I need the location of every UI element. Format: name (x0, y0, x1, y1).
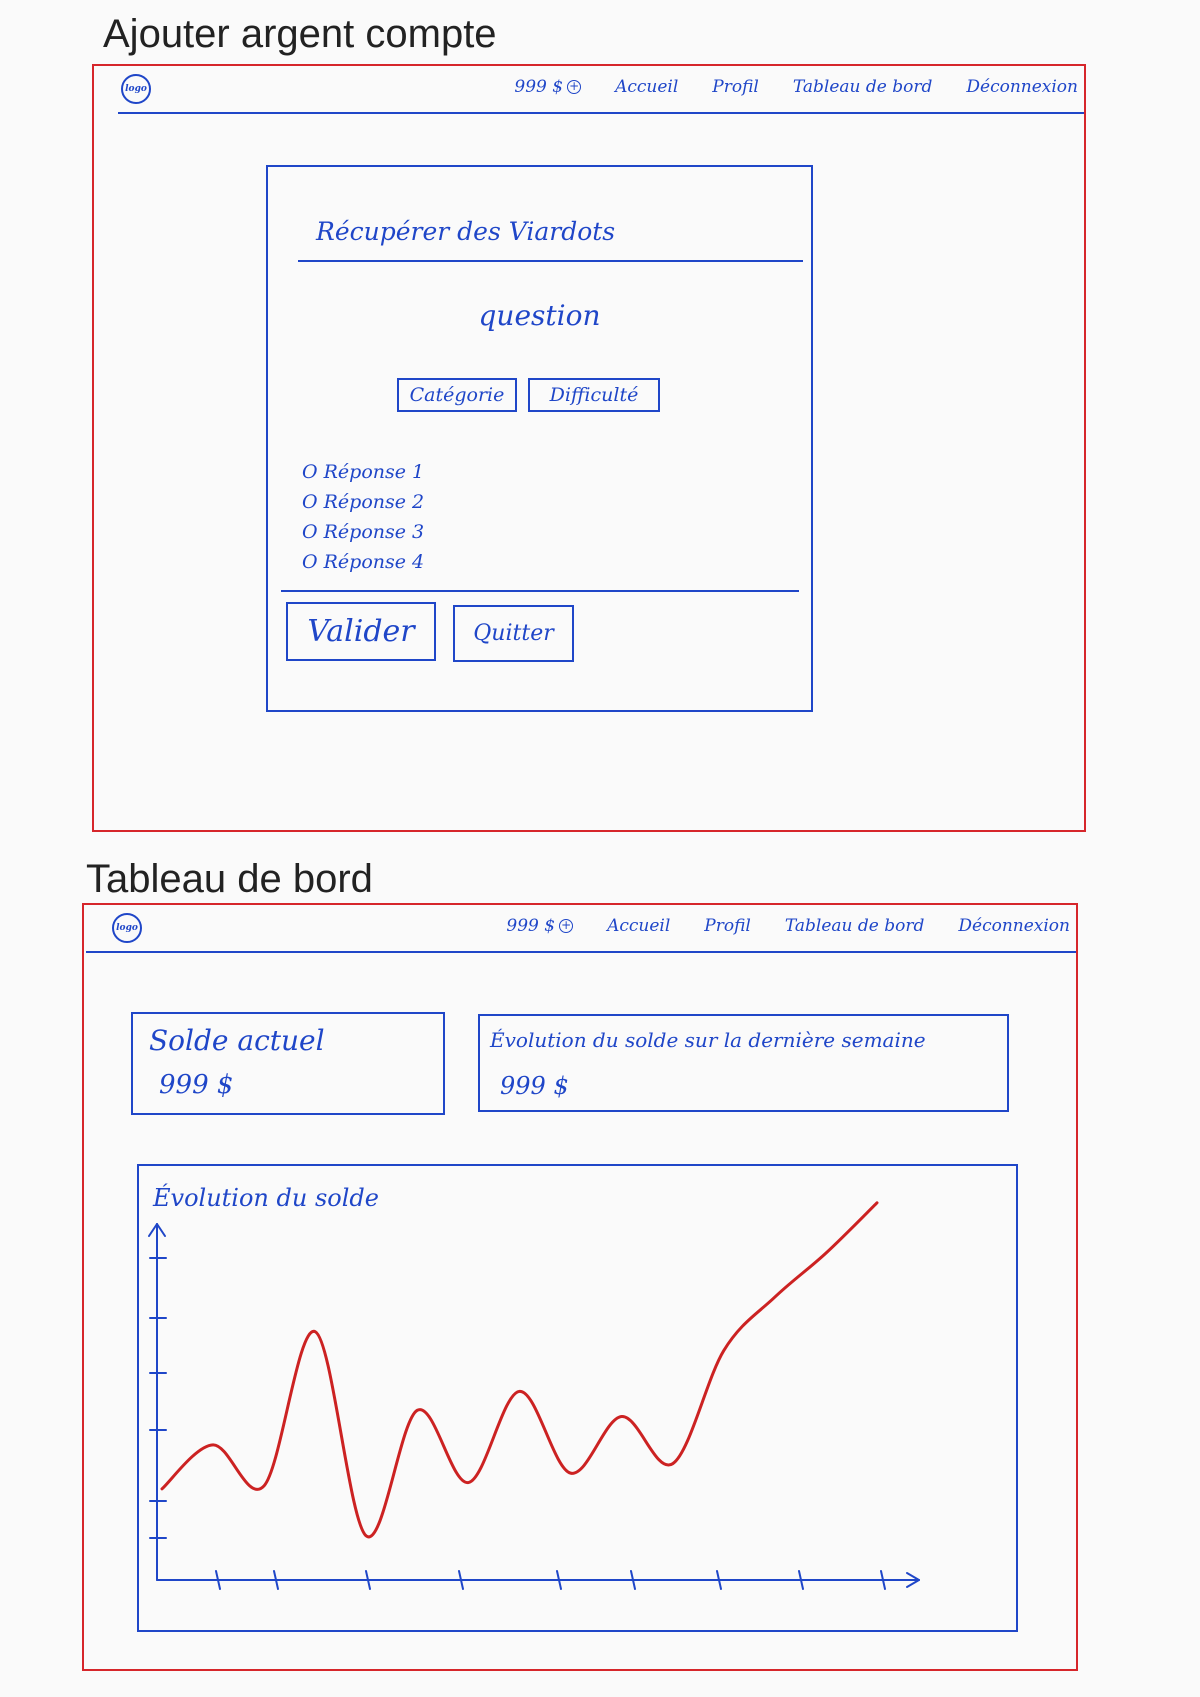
quiz-card: Récupérer des Viardots question Catégori… (266, 165, 813, 712)
nav-item-tableau-de-bord[interactable]: Tableau de bord (785, 916, 925, 936)
current-balance-label: Solde actuel (149, 1024, 325, 1057)
card-heading-underline (298, 260, 803, 262)
balance-indicator: 999 $ + (514, 77, 582, 97)
logo[interactable]: logo (121, 74, 151, 104)
weekly-evolution-value: 999 $ (500, 1072, 569, 1100)
screen1-title: Ajouter argent compte (103, 12, 497, 56)
quit-button[interactable]: Quitter (453, 605, 574, 662)
category-tag: Catégorie (397, 378, 517, 412)
difficulty-tag: Difficulté (528, 378, 660, 412)
y-axis-arrow (156, 1223, 166, 1237)
balance-chart-card: Évolution du solde (137, 1164, 1018, 1632)
current-balance-value: 999 $ (159, 1070, 234, 1100)
navbar-divider (86, 951, 1076, 953)
card-footer-divider (281, 590, 799, 592)
nav-item-profil[interactable]: Profil (712, 77, 759, 97)
weekly-evolution-card: Évolution du solde sur la dernière semai… (478, 1014, 1009, 1112)
screen2-frame: logo 999 $ + Accueil Profil Tableau de b… (82, 903, 1078, 1671)
navbar-divider (118, 112, 1084, 114)
answer-option-3[interactable]: O Réponse 3 (302, 517, 424, 547)
answer-list: O Réponse 1 O Réponse 2 O Réponse 3 O Ré… (302, 457, 424, 577)
answer-option-1[interactable]: O Réponse 1 (302, 457, 424, 487)
balance-indicator: 999 $ + (506, 916, 574, 936)
nav-item-tableau-de-bord[interactable]: Tableau de bord (793, 77, 933, 97)
answer-option-4[interactable]: O Réponse 4 (302, 547, 424, 577)
validate-button[interactable]: Valider (286, 602, 436, 661)
card-heading: Récupérer des Viardots (316, 217, 616, 246)
logo[interactable]: logo (112, 913, 142, 943)
x-axis-arrow (906, 1572, 920, 1581)
question-text: question (478, 299, 601, 332)
weekly-evolution-label: Évolution du solde sur la dernière semai… (490, 1028, 926, 1052)
nav-item-accueil[interactable]: Accueil (615, 77, 678, 97)
add-money-icon[interactable]: + (559, 919, 574, 933)
current-balance-card: Solde actuel 999 $ (131, 1012, 445, 1115)
navbar: 999 $ + Accueil Profil Tableau de bord D… (514, 77, 1078, 97)
navbar: 999 $ + Accueil Profil Tableau de bord D… (506, 916, 1070, 936)
nav-item-accueil[interactable]: Accueil (607, 916, 670, 936)
nav-item-profil[interactable]: Profil (704, 916, 751, 936)
balance-value: 999 $ (514, 77, 564, 97)
x-axis-arrow (906, 1579, 920, 1588)
answer-option-2[interactable]: O Réponse 2 (302, 487, 424, 517)
balance-line-chart (148, 1201, 920, 1590)
nav-item-deconnexion[interactable]: Déconnexion (958, 916, 1070, 936)
screen2-title: Tableau de bord (86, 857, 373, 901)
balance-series-line (160, 1201, 879, 1539)
screen1-frame: logo 999 $ + Accueil Profil Tableau de b… (92, 64, 1086, 832)
nav-item-deconnexion[interactable]: Déconnexion (966, 77, 1078, 97)
add-money-icon[interactable]: + (567, 80, 582, 94)
y-axis-arrow (148, 1223, 158, 1237)
balance-value: 999 $ (506, 916, 556, 936)
